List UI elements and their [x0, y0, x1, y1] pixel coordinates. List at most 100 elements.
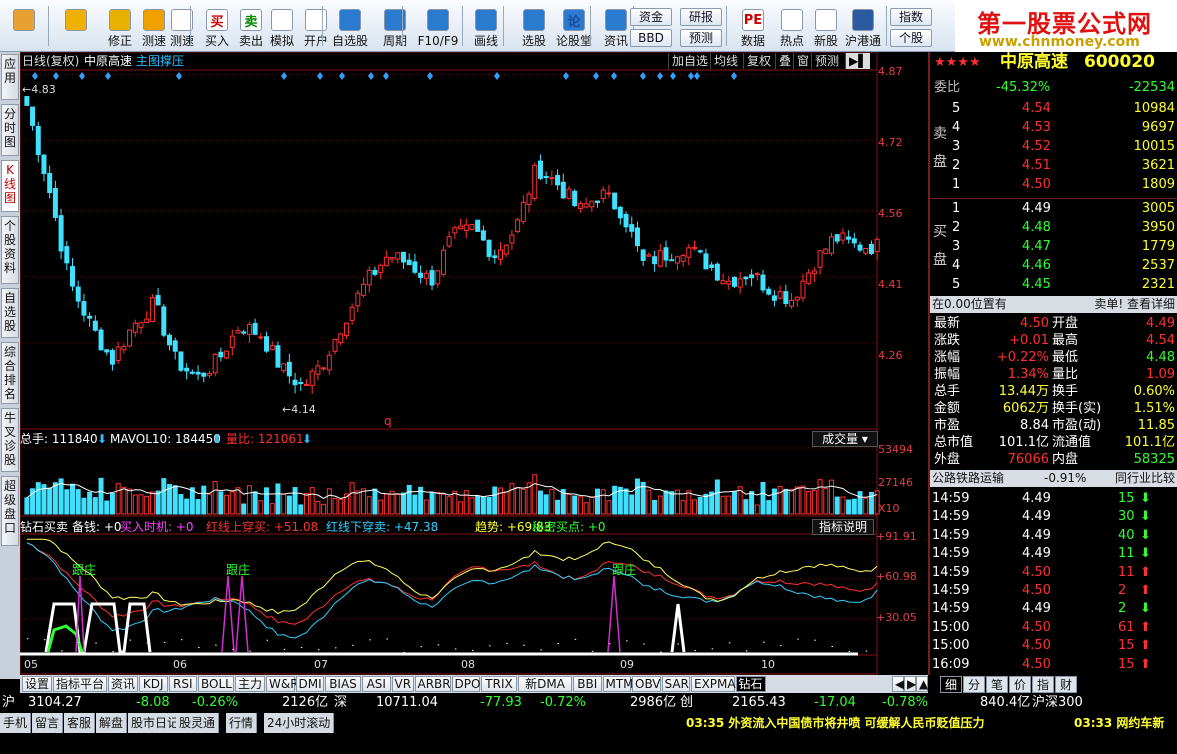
toolbar-button-16[interactable]: PE 数据: [733, 3, 773, 49]
indicator-tab-15[interactable]: 新DMA: [518, 676, 572, 692]
indicator-tab-19[interactable]: SAR: [661, 676, 690, 692]
volume-bar: [378, 499, 384, 515]
chart-tab-0[interactable]: 加自选: [668, 53, 711, 69]
indicator-tab-0[interactable]: 设置: [22, 676, 52, 692]
toolbar-button-11[interactable]: F10/F9: [418, 3, 458, 49]
indicator-tab-8[interactable]: DMI: [295, 676, 324, 692]
indicator-tab-7[interactable]: W&R: [266, 676, 299, 692]
indicator-tab-16[interactable]: BBI: [573, 676, 602, 692]
indicator-tab-13[interactable]: DPO: [451, 676, 480, 692]
side-tab-1[interactable]: 分时图: [1, 104, 19, 156]
side-tab-6[interactable]: 牛叉诊股: [1, 408, 19, 472]
menu-1[interactable]: 留言: [32, 713, 64, 733]
up-arrow-icon: ⬆: [1140, 619, 1151, 635]
menu-6[interactable]: 行情: [226, 713, 258, 733]
tab-scroll-icon[interactable]: ◀: [892, 676, 904, 692]
side-tab-3[interactable]: 个股资料: [1, 216, 19, 284]
order-price: 4.47: [1022, 239, 1051, 254]
indicator-tab-14[interactable]: TRIX: [481, 676, 517, 692]
volume-bar: [218, 491, 224, 515]
toolbar-button-1[interactable]: [56, 3, 96, 49]
indicator-tab-3[interactable]: KDJ: [139, 676, 168, 692]
menu-3[interactable]: 解盘: [96, 713, 128, 733]
candle-body: [771, 295, 777, 301]
toolbar-button-18[interactable]: 新股: [806, 3, 846, 49]
indicator-tab-4[interactable]: RSI: [168, 676, 197, 692]
toolbar-button-0[interactable]: [4, 3, 44, 49]
volume-bar: [606, 500, 612, 515]
chart-pattern-name[interactable]: 主图撑压: [136, 54, 184, 68]
candle-body: [526, 193, 532, 206]
side-tab-5[interactable]: 综合排名: [1, 342, 19, 404]
chart-tab-3[interactable]: 叠: [775, 53, 794, 69]
indicator-tick-bar: [249, 650, 251, 652]
indicator-tab-6[interactable]: 主力: [235, 676, 265, 692]
chart-tab-5[interactable]: 预测: [811, 53, 842, 69]
toolbar-button-13[interactable]: 选股: [514, 3, 554, 49]
detail-tab-2[interactable]: 笔: [986, 676, 1008, 693]
side-tab-7[interactable]: 超级盘口: [1, 476, 19, 546]
tick-volume: 15: [1118, 491, 1135, 506]
detail-tab-3[interactable]: 价: [1009, 676, 1031, 693]
month-label: 06: [173, 658, 187, 671]
side-tab-4[interactable]: 自选股: [1, 288, 19, 338]
indicator-tab-10[interactable]: ASI: [362, 676, 391, 692]
toolbar-research-button[interactable]: 研报: [680, 8, 722, 26]
toolbar-button-9[interactable]: 自选股: [330, 3, 370, 49]
toolbar-button-4[interactable]: 测速: [162, 3, 202, 49]
toolbar-button-12[interactable]: 画线: [466, 3, 506, 49]
toolbar-button-10[interactable]: 周期: [375, 3, 415, 49]
toolbar-index-button[interactable]: 指数: [890, 8, 932, 26]
position-detail-link[interactable]: 卖单! 查看详细: [1094, 296, 1175, 313]
indicator-tab-9[interactable]: BIAS: [325, 676, 361, 692]
volume-bar: [549, 488, 555, 515]
candle-body: [70, 266, 76, 287]
tab-scroll-icon[interactable]: ▲: [916, 676, 928, 692]
side-tab-0[interactable]: 应用: [1, 54, 19, 100]
detail-tab-0[interactable]: 细: [940, 676, 962, 693]
price-tick: 4.56: [878, 207, 903, 220]
news-headline[interactable]: 03:35 外资流入中国债市将井喷 可缓解人民币贬值压力: [686, 713, 985, 733]
rating-stars: ★★★★: [934, 55, 981, 70]
volume-type-select[interactable]: 成交量 ▾: [812, 431, 878, 447]
indicator-tab-18[interactable]: OBV: [632, 676, 661, 692]
toolbar-stock-button[interactable]: 个股: [890, 29, 932, 47]
menu-5[interactable]: 股灵通: [176, 713, 220, 733]
candle-body: [172, 340, 178, 352]
chart-tab-4[interactable]: 窗: [793, 53, 812, 69]
indicator-tab-2[interactable]: 资讯: [108, 676, 138, 692]
volume-bar: [846, 499, 852, 515]
chart-tab-2[interactable]: 复权: [743, 53, 774, 69]
indicator-tab-12[interactable]: ARBR: [414, 676, 451, 692]
volume-bar: [720, 495, 726, 515]
toolbar-fund-button[interactable]: 资金: [630, 8, 672, 26]
indicator-help-button[interactable]: 指标说明: [812, 519, 874, 535]
menu-0[interactable]: 手机: [0, 713, 32, 733]
detail-tab-1[interactable]: 分: [963, 676, 985, 693]
side-tab-2[interactable]: K线图: [1, 160, 19, 212]
indicator-tab-20[interactable]: EXPMA: [691, 676, 736, 692]
toolbar-forecast-button[interactable]: 预测: [680, 29, 722, 47]
menu-7[interactable]: 24小时滚动: [264, 713, 335, 733]
indicator-tab-17[interactable]: MTM: [602, 676, 634, 692]
signal-diamond-icon: [281, 72, 287, 80]
indicator-tab-11[interactable]: VR: [391, 676, 414, 692]
detail-tab-5[interactable]: 财: [1055, 676, 1077, 693]
indicator-tab-5[interactable]: BOLL: [198, 676, 234, 692]
chart-tab-1[interactable]: 均线: [710, 53, 741, 69]
toolbar-bbd-button[interactable]: BBD: [630, 29, 672, 47]
toolbar-button-14[interactable]: 论论股堂: [554, 3, 594, 49]
order-price: 4.50: [1022, 177, 1051, 192]
indicator-tab-1[interactable]: 指标平台: [53, 676, 107, 692]
news-headline[interactable]: 03:33 网约车新: [1074, 713, 1164, 733]
detail-tab-4[interactable]: 指: [1032, 676, 1054, 693]
indicator-tick-bar: [728, 642, 731, 644]
chart-collapse-icon[interactable]: ▶▌: [845, 53, 871, 69]
menu-2[interactable]: 客服: [64, 713, 96, 733]
indicator-tab-21[interactable]: 钻石: [735, 676, 766, 692]
menu-4[interactable]: 股市日记: [128, 713, 184, 733]
industry-compare-button[interactable]: 同行业比较: [1115, 470, 1175, 487]
volume-bar: [771, 488, 777, 515]
tab-scroll-icon[interactable]: ▶: [904, 676, 916, 692]
toolbar-button-19[interactable]: 沪港通: [843, 3, 883, 49]
